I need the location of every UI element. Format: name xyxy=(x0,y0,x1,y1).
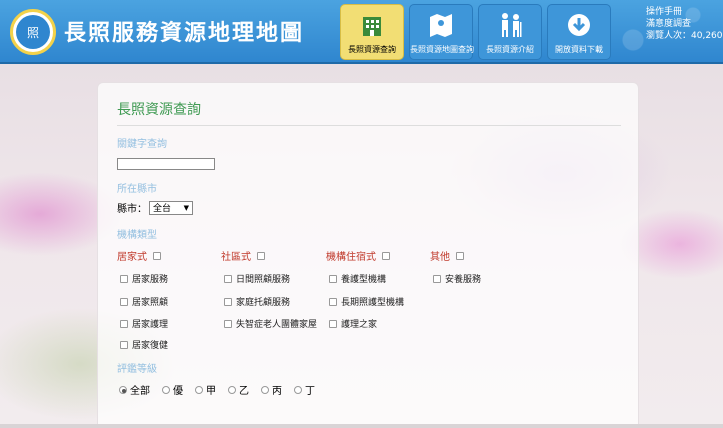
category-community: 社區式 xyxy=(221,248,265,263)
checkbox-item[interactable]: 家庭托顧服務 xyxy=(224,295,290,308)
building-icon xyxy=(341,5,403,43)
checkbox-item[interactable]: 居家護理 xyxy=(120,317,168,330)
rating-radio-group: 全部 優 甲 乙 丙 丁 xyxy=(119,382,327,397)
keyword-label: 關鍵字查詢 xyxy=(117,139,167,150)
checkbox-item[interactable]: 居家照顧 xyxy=(120,295,168,308)
query-panel: 長照資源查詢 關鍵字查詢 所在縣市 縣市： 全台 ▼ 機構類型 居家式 社區式 … xyxy=(97,82,639,428)
rating-option[interactable]: 全部 xyxy=(119,382,150,397)
checkbox-item[interactable]: 失智症老人團體家屋 xyxy=(224,317,317,330)
rating-option[interactable]: 乙 xyxy=(228,382,249,397)
county-select[interactable]: 全台 ▼ xyxy=(149,200,193,215)
checkbox-item[interactable]: 居家服務 xyxy=(120,272,168,285)
nav-open-data-download[interactable]: 開放資料下載 xyxy=(547,4,611,60)
category-residential-checkbox[interactable] xyxy=(382,251,390,260)
map-icon xyxy=(410,5,472,43)
county-label: 所在縣市 xyxy=(117,184,157,195)
category-community-checkbox[interactable] xyxy=(257,251,265,260)
logo-emblem: 照 xyxy=(16,15,50,49)
people-icon xyxy=(479,5,541,43)
rating-label: 評鑑等級 xyxy=(117,364,157,375)
checkbox-item[interactable]: 居家復健 xyxy=(120,338,168,351)
keyword-input[interactable] xyxy=(117,158,215,170)
visitor-counter: 瀏覽人次：40,260 xyxy=(646,31,723,41)
category-residential: 機構住宿式 xyxy=(326,248,390,263)
nav-map-query[interactable]: 長照資源地圖查詢 xyxy=(409,4,474,60)
rating-option[interactable]: 丙 xyxy=(261,382,282,397)
checkbox-item[interactable]: 護理之家 xyxy=(329,317,377,330)
category-home-checkbox[interactable] xyxy=(153,251,161,260)
dropdown-arrow-icon: ▼ xyxy=(183,203,189,212)
rating-option[interactable]: 優 xyxy=(162,382,183,397)
checkbox-item[interactable]: 日間照顧服務 xyxy=(224,272,290,285)
nav-resource-intro[interactable]: 長照資源介紹 xyxy=(478,4,542,60)
site-title: 長照服務資源地理地圖 xyxy=(64,21,305,46)
survey-link[interactable]: 滿意度調查 xyxy=(646,18,723,30)
bottom-strip xyxy=(0,424,723,428)
download-icon xyxy=(548,5,610,43)
nav-resource-query[interactable]: 長照資源查詢 xyxy=(340,4,404,60)
checkbox-item[interactable]: 安養服務 xyxy=(433,272,481,285)
category-other: 其他 xyxy=(430,248,464,263)
checkbox-item[interactable]: 養護型機構 xyxy=(329,272,386,285)
county-select-value: 全台 xyxy=(153,204,172,214)
county-field-label: 縣市： xyxy=(117,204,147,215)
rating-option[interactable]: 甲 xyxy=(195,382,216,397)
rating-option[interactable]: 丁 xyxy=(294,382,315,397)
panel-title: 長照資源查詢 xyxy=(117,102,201,118)
site-logo[interactable]: 照 xyxy=(10,9,56,55)
category-home: 居家式 xyxy=(117,248,161,263)
manual-link[interactable]: 操作手冊 xyxy=(646,6,723,18)
site-header: 照 長照服務資源地理地圖 長照資源查詢 長照資源地圖查詢 長照資源介紹 開放資料… xyxy=(0,0,723,64)
checkbox-item[interactable]: 長期照護型機構 xyxy=(329,295,404,308)
title-divider xyxy=(117,125,621,126)
type-label: 機構類型 xyxy=(117,230,157,241)
category-other-checkbox[interactable] xyxy=(456,251,464,260)
county-row: 縣市： 全台 ▼ xyxy=(117,200,193,215)
header-links: 操作手冊 滿意度調查 瀏覽人次：40,260 xyxy=(646,6,723,42)
